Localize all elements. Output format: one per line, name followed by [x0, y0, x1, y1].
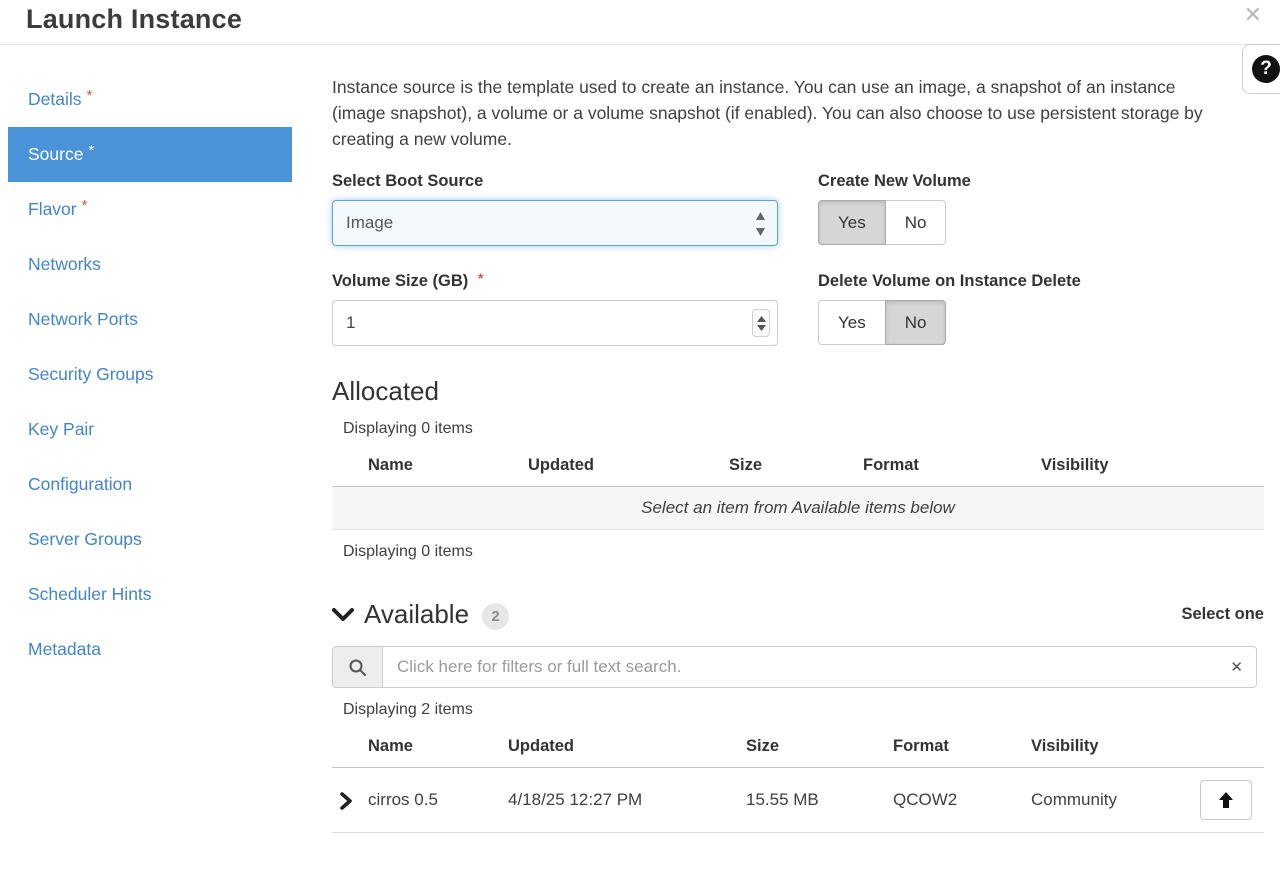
up-arrow-icon: [1218, 791, 1234, 809]
source-panel: Instance source is the template used to …: [332, 60, 1264, 833]
allocated-count-top: Displaying 0 items: [343, 420, 1264, 438]
column-name: Name: [332, 456, 528, 475]
table-row: cirros 0.5 4/18/25 12:27 PM 15.55 MB QCO…: [332, 768, 1264, 833]
sidebar-item-key-pair[interactable]: Key Pair: [8, 402, 292, 457]
volume-size-label: Volume Size (GB) *: [332, 272, 778, 291]
boot-source-label: Select Boot Source: [332, 172, 778, 191]
select-one-hint: Select one: [1181, 605, 1264, 624]
allocated-count-bottom: Displaying 0 items: [343, 543, 1264, 561]
search-button[interactable]: [333, 647, 383, 687]
select-arrows-icon: [755, 211, 766, 237]
modal-header: Launch Instance ✕: [0, 0, 1280, 45]
chevron-down-icon[interactable]: [332, 608, 354, 622]
boot-source-value: Image: [346, 213, 393, 233]
row-name: cirros 0.5: [332, 790, 508, 810]
allocated-heading: Allocated: [332, 376, 1264, 407]
sidebar-item-networks[interactable]: Networks: [8, 237, 292, 292]
delete-volume-toggle: Yes No: [818, 300, 946, 345]
sidebar-item-security-groups[interactable]: Security Groups: [8, 347, 292, 402]
column-size: Size: [746, 737, 893, 756]
search-area: ✕: [332, 646, 1264, 688]
create-volume-toggle: Yes No: [818, 200, 946, 245]
page-title: Launch Instance: [26, 4, 242, 35]
close-icon[interactable]: ✕: [1244, 2, 1262, 28]
column-format: Format: [893, 737, 1031, 756]
column-updated: Updated: [508, 737, 746, 756]
delete-volume-no-button[interactable]: No: [885, 300, 947, 345]
number-stepper-icon[interactable]: [752, 309, 770, 337]
allocated-empty-message: Select an item from Available items belo…: [332, 487, 1264, 530]
column-visibility: Visibility: [1031, 737, 1264, 756]
create-volume-no-button[interactable]: No: [885, 200, 947, 245]
column-visibility: Visibility: [1041, 456, 1264, 475]
row-size: 15.55 MB: [746, 790, 893, 810]
available-table-header: Name Updated Size Format Visibility: [332, 729, 1264, 768]
wizard-sidebar: Details * Source * Flavor * Networks Net…: [8, 72, 292, 677]
allocated-table-header: Name Updated Size Format Visibility: [332, 448, 1264, 487]
sidebar-item-metadata[interactable]: Metadata: [8, 622, 292, 677]
sidebar-item-flavor[interactable]: Flavor *: [8, 182, 292, 237]
search-icon: [348, 658, 367, 677]
required-marker: *: [478, 270, 483, 286]
required-marker: *: [82, 197, 88, 214]
available-count: Displaying 2 items: [343, 701, 1264, 719]
required-marker: *: [87, 87, 93, 104]
clear-search-icon[interactable]: ✕: [1230, 658, 1243, 676]
boot-source-select[interactable]: Image: [332, 200, 778, 246]
available-heading: Available: [364, 599, 469, 630]
sidebar-item-configuration[interactable]: Configuration: [8, 457, 292, 512]
search-input[interactable]: [383, 647, 1256, 687]
available-header: Available 2 Select one: [332, 599, 1264, 630]
column-format: Format: [863, 456, 1041, 475]
create-volume-label: Create New Volume: [818, 172, 1264, 191]
row-format: QCOW2: [893, 790, 1031, 810]
column-size: Size: [729, 456, 863, 475]
sidebar-item-network-ports[interactable]: Network Ports: [8, 292, 292, 347]
sidebar-item-scheduler-hints[interactable]: Scheduler Hints: [8, 567, 292, 622]
volume-size-input[interactable]: [332, 300, 778, 346]
column-updated: Updated: [528, 456, 729, 475]
chevron-right-icon[interactable]: [340, 792, 352, 810]
allocate-item-button[interactable]: [1200, 780, 1252, 820]
required-marker: *: [88, 142, 94, 159]
delete-volume-yes-button[interactable]: Yes: [818, 300, 886, 345]
sidebar-item-details[interactable]: Details *: [8, 72, 292, 127]
source-description: Instance source is the template used to …: [332, 74, 1220, 152]
sidebar-item-source[interactable]: Source *: [8, 127, 292, 182]
sidebar-item-server-groups[interactable]: Server Groups: [8, 512, 292, 567]
source-form: Select Boot Source Image Create New Volu…: [332, 172, 1264, 346]
create-volume-yes-button[interactable]: Yes: [818, 200, 886, 245]
row-updated: 4/18/25 12:27 PM: [508, 790, 746, 810]
delete-volume-label: Delete Volume on Instance Delete: [818, 272, 1264, 291]
available-count-badge: 2: [482, 603, 509, 630]
column-name: Name: [332, 737, 508, 756]
